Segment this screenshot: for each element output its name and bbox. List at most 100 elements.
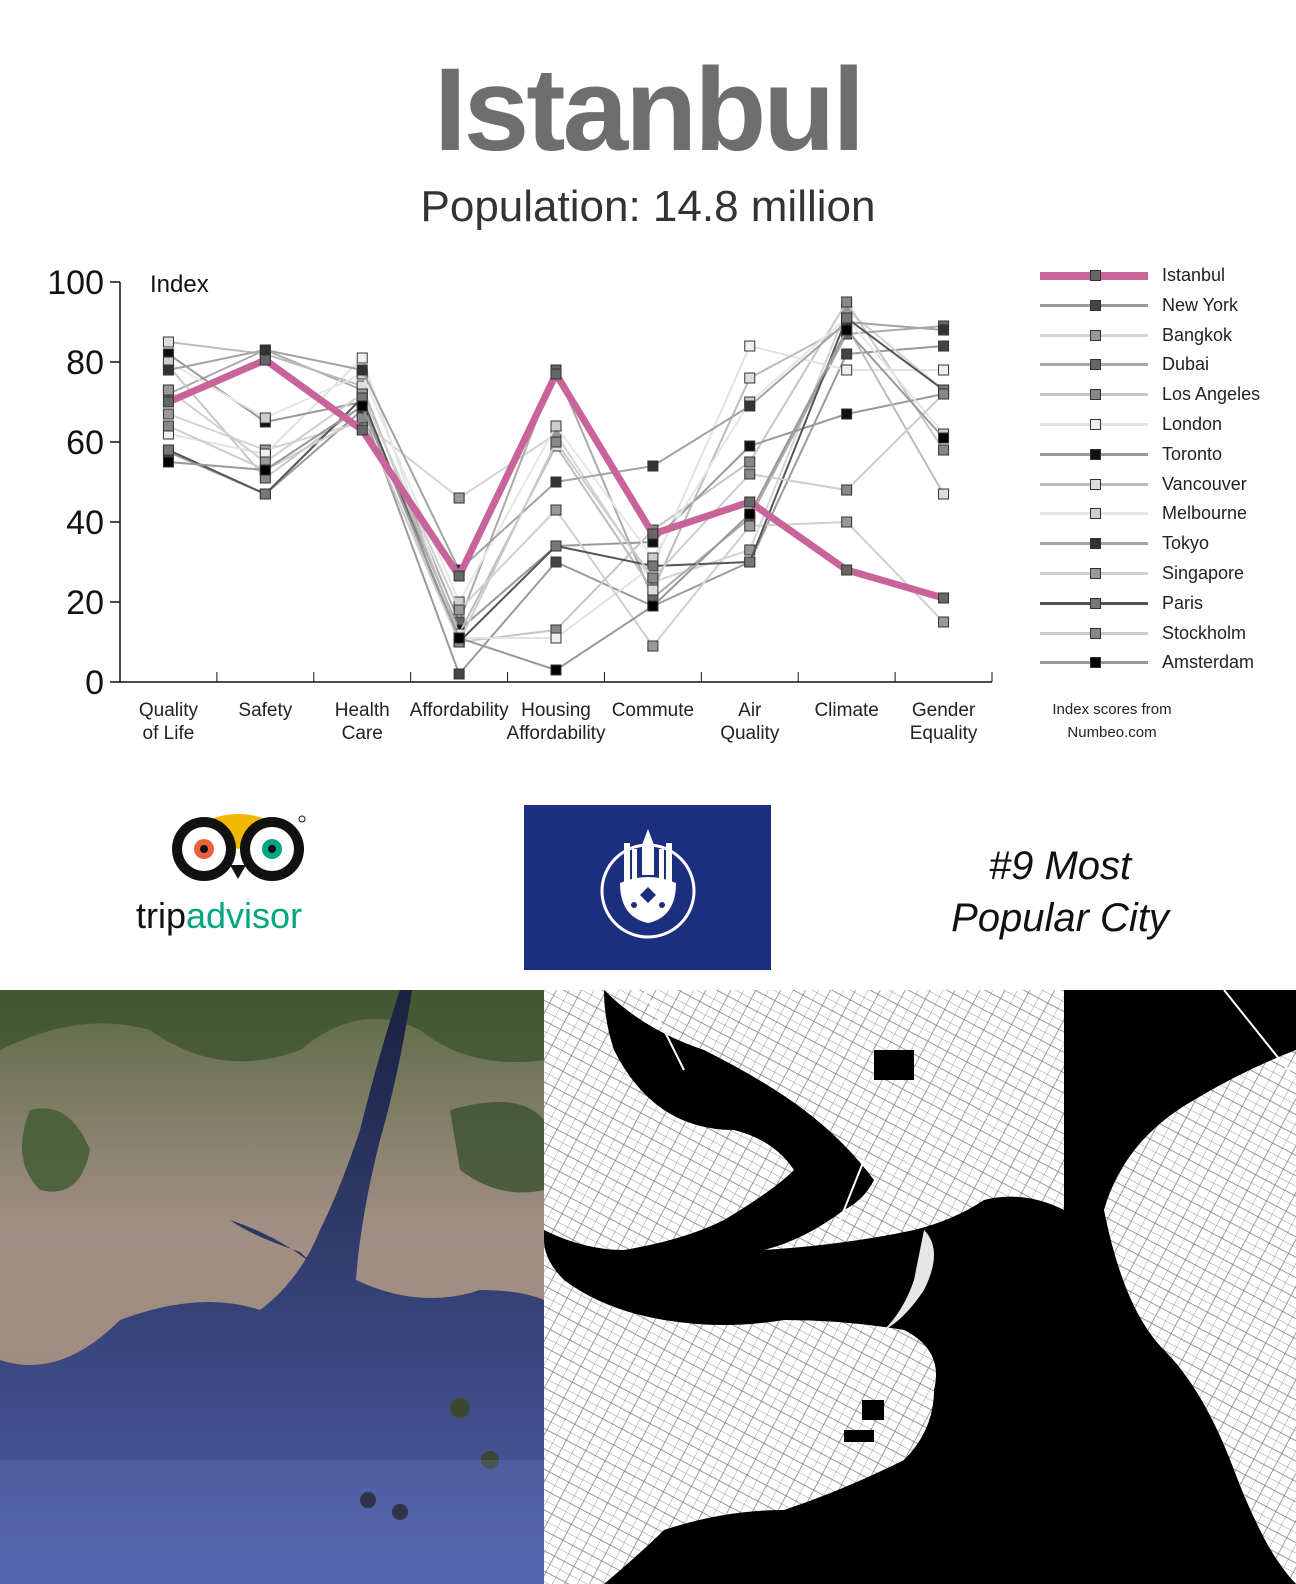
data-point-melbourne — [259, 412, 271, 424]
data-point-tokyo — [744, 400, 756, 412]
x-tick-label: Quality of Life — [139, 700, 199, 744]
data-point-amsterdam — [550, 664, 562, 676]
legend-label: Melbourne — [1162, 503, 1248, 524]
legend-swatch-marker — [1090, 359, 1101, 371]
data-point-stockholm — [744, 468, 756, 480]
data-point-tokyo — [356, 364, 368, 376]
legend-item: New York — [1036, 292, 1296, 322]
data-point-toronto — [841, 408, 853, 420]
x-tick-label: Safety — [238, 700, 292, 721]
data-point-los-angeles — [841, 296, 853, 308]
owl-icon — [172, 814, 306, 881]
y-tick-label: 0 — [85, 664, 104, 702]
data-point-tokyo — [259, 344, 271, 356]
legend-label: Los Angeles — [1162, 384, 1261, 405]
x-tick-label: Gender Equality — [910, 700, 978, 744]
data-point-stockholm — [647, 572, 659, 584]
index-line-chart: 0 20 40 60 80 100 Index Quality of Life Safety Hea… — [47, 264, 993, 744]
data-point-istanbul — [841, 564, 853, 576]
data-point-toronto — [744, 440, 756, 452]
legend-item: London — [1036, 411, 1296, 441]
data-point-singapore — [647, 640, 659, 652]
legend-label: Amsterdam — [1162, 652, 1255, 673]
data-point-stockholm — [162, 420, 174, 432]
data-point-singapore — [744, 520, 756, 532]
data-point-paris — [647, 560, 659, 572]
y-tick-label: 100 — [47, 264, 104, 302]
data-point-tokyo — [162, 364, 174, 376]
data-point-paris — [162, 444, 174, 456]
data-point-istanbul — [647, 528, 659, 540]
municipality-seal-icon — [600, 829, 696, 939]
data-point-stockholm — [841, 484, 853, 496]
x-tick-label: Housing Affordability — [507, 700, 606, 744]
data-point-bangkok — [162, 408, 174, 420]
data-point-istanbul — [162, 396, 174, 408]
data-point-amsterdam — [938, 432, 950, 444]
data-point-los-angeles — [938, 444, 950, 456]
population-subtitle: Population: 14.8 million — [420, 182, 876, 231]
y-tick-label: 20 — [66, 584, 104, 622]
legend-swatch-marker — [1090, 418, 1101, 430]
rank-line-1: #9 Most — [988, 844, 1132, 888]
wordmark-trip: trip — [136, 895, 187, 936]
legend-item: Melbourne — [1036, 500, 1296, 530]
legend-swatch-marker — [1090, 478, 1101, 490]
legend-swatch-marker — [1090, 657, 1101, 669]
legend-swatch-marker — [1090, 329, 1101, 341]
legend-item: Singapore — [1036, 560, 1296, 590]
istanbul-municipality-flag — [524, 805, 771, 970]
data-point-paris — [259, 488, 271, 500]
rank-line-2: Popular City — [951, 896, 1169, 940]
legend-item: Amsterdam — [1036, 649, 1296, 679]
popularity-rank: #9 Most Popular City — [930, 840, 1190, 944]
legend-label: Vancouver — [1162, 473, 1247, 494]
chart-legend: Istanbul New York Bangkok Dubai Los Angeles L… — [1036, 262, 1296, 679]
source-note-line: Numbeo.com — [1067, 724, 1157, 741]
y-tick-label: 80 — [66, 344, 104, 382]
legend-item: Tokyo — [1036, 530, 1296, 560]
data-point-amsterdam — [259, 464, 271, 476]
data-point-london — [550, 632, 562, 644]
data-point-tokyo — [550, 476, 562, 488]
x-tick-label: Climate — [814, 700, 878, 721]
data-point-los-angeles — [744, 456, 756, 468]
x-tick-label: Commute — [612, 700, 694, 721]
x-tick-label: Health Care — [335, 700, 390, 744]
data-point-paris — [744, 556, 756, 568]
data-point-istanbul — [453, 570, 465, 582]
data-point-new-york — [453, 668, 465, 680]
data-point-bangkok — [453, 492, 465, 504]
data-point-new-york — [841, 348, 853, 360]
legend-label: London — [1162, 413, 1223, 434]
data-point-singapore — [550, 504, 562, 516]
legend-label: New York — [1162, 294, 1239, 315]
data-point-melbourne — [550, 420, 562, 432]
data-point-amsterdam — [162, 456, 174, 468]
data-point-london — [356, 352, 368, 364]
data-point-vancouver — [162, 336, 174, 348]
y-tick-label: 40 — [66, 504, 104, 542]
legend-item: Los Angeles — [1036, 381, 1296, 411]
data-point-istanbul — [259, 354, 271, 366]
data-point-tokyo — [647, 460, 659, 472]
legend-item: Toronto — [1036, 441, 1296, 471]
y-axis-label: Index — [150, 271, 209, 298]
street-map-image — [544, 990, 1296, 1584]
data-point-amsterdam — [356, 400, 368, 412]
data-point-istanbul — [356, 424, 368, 436]
data-point-new-york — [550, 556, 562, 568]
legend-swatch-marker — [1090, 299, 1101, 311]
data-point-stockholm — [550, 436, 562, 448]
data-point-istanbul — [744, 496, 756, 508]
data-point-london — [938, 364, 950, 376]
legend-label: Singapore — [1162, 562, 1245, 583]
satellite-map-image — [0, 990, 544, 1584]
legend-item: Istanbul — [1036, 262, 1296, 292]
data-point-amsterdam — [647, 600, 659, 612]
data-point-new-york — [938, 340, 950, 352]
data-point-vancouver — [647, 584, 659, 596]
legend-item: Vancouver — [1036, 471, 1296, 501]
data-point-amsterdam — [744, 508, 756, 520]
data-point-singapore — [162, 384, 174, 396]
